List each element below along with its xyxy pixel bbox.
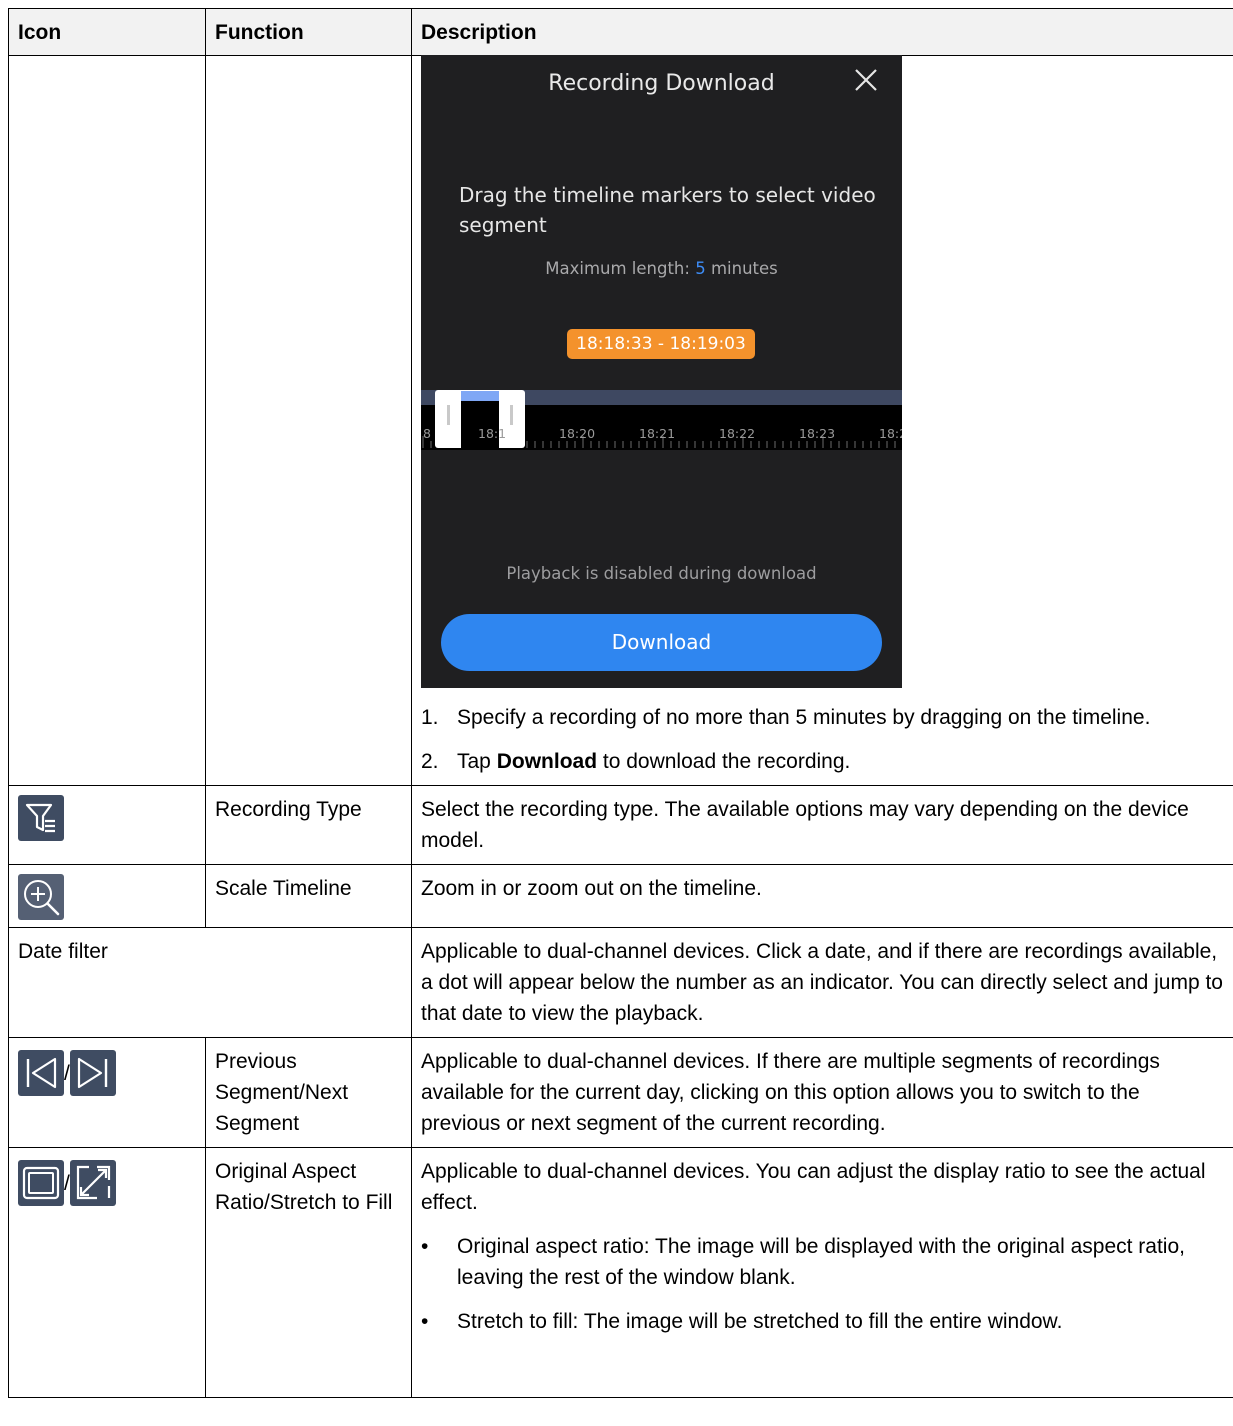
step-number: 1. (421, 706, 439, 729)
selection-top-bar (461, 391, 499, 401)
table-row-aspect: / Original Aspect Ratio/Stretch to Fill … (8, 1147, 1233, 1398)
stretch-icon (69, 1160, 116, 1206)
zoom-in-icon (18, 874, 64, 920)
aspect-description: Applicable to dual-channel devices. You … (421, 1160, 1206, 1214)
bullet-mark: • (421, 1310, 429, 1333)
bullet-mark: • (421, 1235, 429, 1258)
cell-icon-empty (8, 55, 206, 786)
left-drag-handle[interactable] (447, 405, 450, 425)
bullet-text: Stretch to fill: The image will be stret… (457, 1310, 1063, 1333)
tick-label: 18:21 (639, 426, 676, 441)
list-item: 2. Tap Download to download the recordin… (421, 746, 1224, 777)
download-button[interactable]: Download (441, 614, 882, 671)
tick-label: 18:22 (719, 426, 756, 441)
original-aspect-icon (18, 1160, 64, 1206)
max-length-value: 5 (695, 259, 706, 278)
tick-label: 18:20 (559, 426, 596, 441)
step-text-bold: Download (496, 750, 598, 773)
playback-disabled-note: Playback is disabled during download (506, 564, 817, 583)
screenshot-title: Recording Download (548, 71, 775, 96)
right-drag-handle[interactable] (510, 405, 513, 425)
list-item: • Original aspect ratio: The image will … (421, 1231, 1224, 1293)
filter-list-icon (18, 795, 64, 841)
step-text-pre: Tap (457, 750, 497, 773)
max-length-prefix: Maximum length: (545, 259, 696, 278)
cell-description: Applicable to dual-channel devices. Clic… (411, 927, 1233, 1038)
screenshot-instruction: Drag the timeline markers to select vide… (459, 183, 876, 237)
table-row-recording-type: Recording Type Select the recording type… (8, 785, 1233, 865)
steps-list: 1. Specify a recording of no more than 5… (421, 702, 1224, 777)
cell-icon: / (8, 1147, 206, 1398)
table-row-download: Recording Download Drag the timeline mar… (8, 55, 1233, 786)
close-icon[interactable] (853, 67, 879, 93)
cell-icon (8, 864, 206, 928)
cell-icon (8, 785, 206, 865)
recording-download-screenshot: Recording Download Drag the timeline mar… (421, 55, 902, 688)
cell-icon: / (8, 1037, 206, 1148)
header-function: Function (205, 8, 412, 56)
cell-date-filter-label: Date filter (8, 927, 412, 1038)
max-length-suffix: minutes (705, 259, 778, 278)
table-row-segment: / Previous Segment/Next Segment Applicab… (8, 1037, 1233, 1148)
table-row-date-filter: Date filter Applicable to dual-channel d… (8, 927, 1233, 1038)
cell-description: Zoom in or zoom out on the timeline. (411, 864, 1233, 928)
cell-function: Scale Timeline (205, 864, 412, 928)
tick-label: 18:1 (478, 426, 507, 441)
tick-label: 18:2 (879, 426, 902, 441)
cell-function: Recording Type (205, 785, 412, 865)
table-row-scale-timeline: Scale Timeline Zoom in or zoom out on th… (8, 864, 1233, 928)
cell-description-download: Recording Download Drag the timeline mar… (411, 55, 1233, 786)
function-table: Icon Function Description Recording Down… (8, 8, 1233, 1398)
time-range-badge: 18:18:33 - 18:19:03 (567, 329, 755, 359)
tick-label: 8 (423, 426, 431, 441)
cell-function-empty (205, 55, 412, 786)
list-item: • Stretch to fill: The image will be str… (421, 1306, 1224, 1337)
cell-function: Previous Segment/Next Segment (205, 1037, 412, 1148)
step-text-post: to download the recording. (597, 750, 851, 773)
table-header-row: Icon Function Description (8, 8, 1233, 56)
header-description: Description (411, 8, 1233, 56)
header-icon: Icon (8, 8, 206, 56)
cell-function: Original Aspect Ratio/Stretch to Fill (205, 1147, 412, 1398)
cell-description: Select the recording type. The available… (411, 785, 1233, 865)
next-segment-icon (69, 1050, 116, 1096)
list-item: 1. Specify a recording of no more than 5… (421, 702, 1224, 733)
timeline-selection-marker[interactable]: 18:1 (435, 390, 525, 448)
bullet-text: Original aspect ratio: The image will be… (457, 1235, 1185, 1289)
previous-segment-icon (18, 1050, 64, 1096)
step-number: 2. (421, 750, 439, 773)
cell-description: Applicable to dual-channel devices. You … (411, 1147, 1233, 1398)
cell-description: Applicable to dual-channel devices. If t… (411, 1037, 1233, 1148)
step-text: Specify a recording of no more than 5 mi… (457, 706, 1151, 729)
max-length-text: Maximum length: 5 minutes (421, 253, 902, 284)
tick-label: 18:23 (799, 426, 836, 441)
